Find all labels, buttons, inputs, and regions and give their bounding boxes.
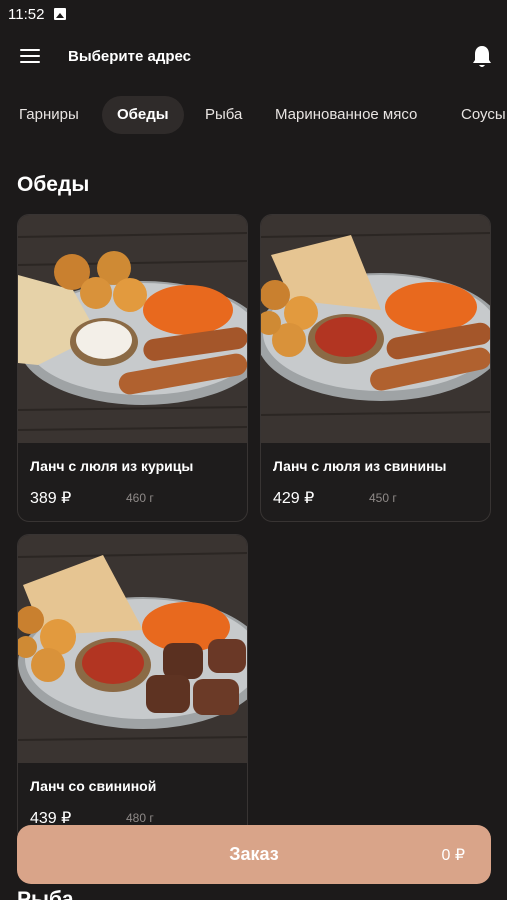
next-section-title: Рыба [17,888,74,900]
product-image [261,215,490,443]
tab-sauces[interactable]: Соусы [461,96,506,134]
order-button-label: Заказ [229,844,279,864]
status-bar: 11:52 [0,0,507,28]
tab-ryba[interactable]: Рыба [205,96,242,134]
product-image [18,215,247,443]
product-image [18,535,247,763]
order-total: 0 ₽ [441,847,465,864]
app-header: Выберите адрес [0,36,507,78]
product-card[interactable]: Ланч со свининой 439 ₽ 480 г [17,534,248,842]
product-weight: 480 г [126,811,154,825]
image-notification-icon [54,8,67,20]
product-weight: 450 г [369,491,397,505]
product-price: 429 ₽ [273,490,315,507]
address-selector[interactable]: Выберите адрес [68,48,191,65]
tab-garniry[interactable]: Гарниры [19,96,79,134]
product-card[interactable]: Ланч с люля из свинины 429 ₽ 450 г [260,214,491,522]
bell-icon[interactable] [470,44,494,70]
tab-marinated-meat[interactable]: Маринованное мясо [275,96,417,134]
product-weight: 460 г [126,491,154,505]
status-time: 11:52 [8,5,45,23]
product-name: Ланч с люля из курицы [30,458,194,474]
product-name: Ланч с люля из свинины [273,458,447,474]
tab-obedy[interactable]: Обеды [102,96,184,134]
product-price: 389 ₽ [30,490,72,507]
product-name: Ланч со свининой [30,778,157,794]
order-button[interactable]: Заказ 0 ₽ [17,825,491,884]
category-tabs: Гарниры Обеды Рыба Маринованное мясо Соу… [0,96,507,134]
section-title: Обеды [17,173,90,196]
product-card[interactable]: Ланч с люля из курицы 389 ₽ 460 г [17,214,248,522]
hamburger-menu-icon[interactable] [20,49,40,65]
